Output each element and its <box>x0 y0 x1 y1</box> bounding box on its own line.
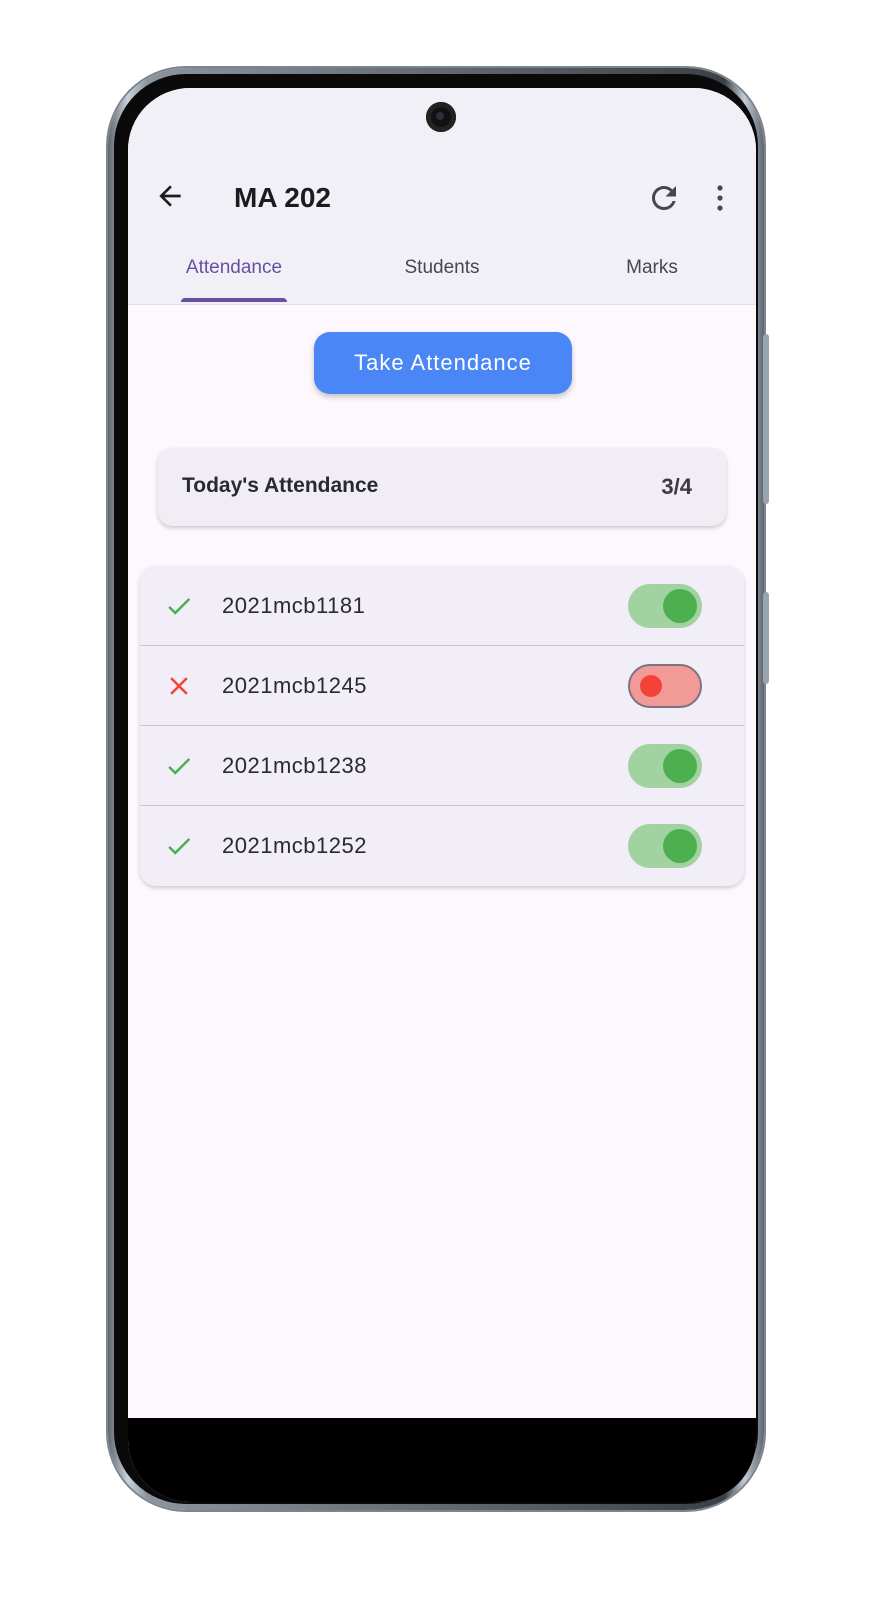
toggle-knob <box>663 829 697 863</box>
active-tab-indicator <box>181 298 287 302</box>
page-title: MA 202 <box>234 182 332 213</box>
check-icon <box>168 837 191 855</box>
list-item: 2021mcb1181 <box>140 566 744 646</box>
attendance-summary-card: Today's Attendance 3/4 <box>158 448 726 526</box>
summary-count: 3/4 <box>661 474 692 499</box>
student-roll-number: 2021mcb1181 <box>222 593 366 618</box>
arrow-back-icon <box>159 185 181 207</box>
student-roll-number: 2021mcb1245 <box>222 673 367 698</box>
front-camera <box>426 102 456 132</box>
student-roll-number: 2021mcb1252 <box>222 833 367 858</box>
tab-students[interactable]: Students <box>388 256 496 280</box>
check-icon <box>168 757 191 775</box>
refresh-button[interactable] <box>646 180 682 216</box>
student-attendance-list: 2021mcb1181 2021mcb1245 2021mcb1238 2021… <box>140 566 744 886</box>
app-bar: MA 202 Attendance Students Marks <box>128 88 756 304</box>
tab-bar: Attendance Students Marks <box>128 238 756 304</box>
attendance-toggle[interactable] <box>628 664 702 708</box>
student-roll-number: 2021mcb1238 <box>222 753 367 778</box>
check-icon <box>168 597 191 615</box>
phone-frame: MA 202 Attendance Students Marks Take At… <box>108 68 769 1510</box>
more-options-button[interactable] <box>708 180 732 216</box>
list-item: 2021mcb1252 <box>140 806 744 886</box>
toggle-knob <box>663 589 697 623</box>
volume-button <box>763 334 769 504</box>
tabs-divider <box>128 304 756 305</box>
attendance-toggle[interactable] <box>628 584 702 628</box>
toggle-knob <box>640 675 662 697</box>
take-attendance-button[interactable]: Take Attendance <box>314 332 572 394</box>
tab-attendance[interactable]: Attendance <box>181 256 287 280</box>
tab-marks[interactable]: Marks <box>602 256 702 280</box>
refresh-icon <box>652 186 676 210</box>
list-item: 2021mcb1245 <box>140 646 744 726</box>
phone-bezel: MA 202 Attendance Students Marks Take At… <box>114 74 758 1504</box>
back-button[interactable] <box>154 180 186 212</box>
toggle-knob <box>663 749 697 783</box>
more-vert-icon <box>717 185 723 211</box>
attendance-toggle[interactable] <box>628 744 702 788</box>
app-screen: MA 202 Attendance Students Marks Take At… <box>128 88 756 1502</box>
system-navigation-bar <box>128 1418 756 1502</box>
list-item: 2021mcb1238 <box>140 726 744 806</box>
close-icon <box>170 677 188 695</box>
attendance-toggle[interactable] <box>628 824 702 868</box>
summary-label: Today's Attendance <box>182 474 379 497</box>
power-button <box>763 592 769 684</box>
